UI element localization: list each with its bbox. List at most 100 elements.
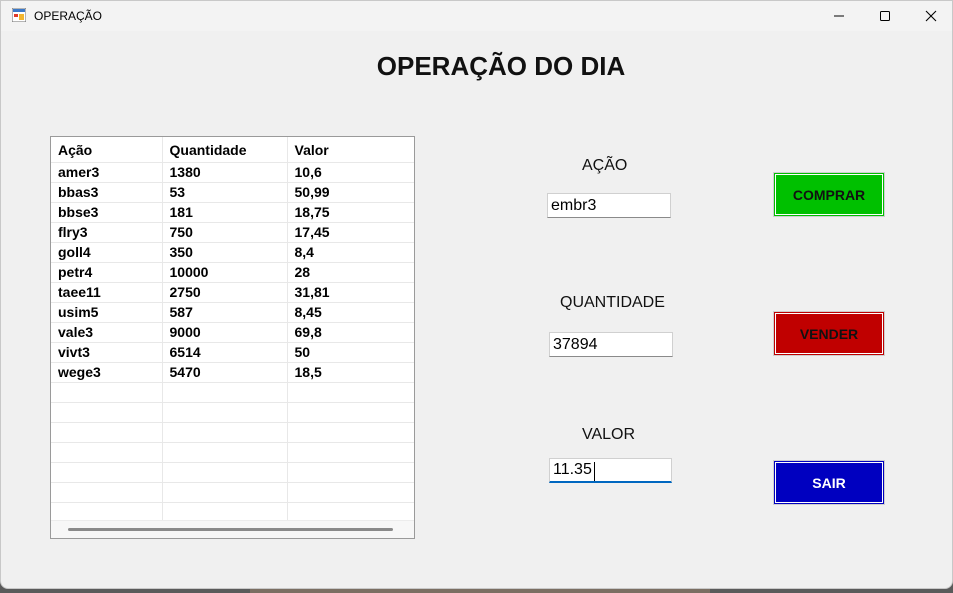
grid-header-row: Ação Quantidade Valor [51, 137, 414, 163]
cell-quantidade[interactable]: 53 [162, 182, 288, 203]
comprar-button[interactable]: COMPRAR [773, 172, 885, 217]
quantidade-input[interactable] [549, 332, 673, 357]
cell-valor[interactable]: 18,75 [287, 202, 414, 223]
acao-input[interactable] [547, 193, 671, 218]
empty-cell[interactable] [162, 422, 288, 443]
main-window: OPERAÇÃO OPERAÇÃO DO DIA Ação Quantidade… [0, 0, 953, 589]
empty-cell[interactable] [287, 462, 414, 483]
minimize-icon [834, 15, 844, 17]
empty-cell[interactable] [51, 462, 163, 483]
cell-quantidade[interactable]: 9000 [162, 322, 288, 343]
empty-cell[interactable] [287, 502, 414, 523]
empty-cell[interactable] [162, 502, 288, 523]
column-header-acao[interactable]: Ação [51, 137, 163, 163]
empty-cell[interactable] [51, 442, 163, 463]
close-button[interactable] [908, 1, 952, 31]
empty-cell[interactable] [287, 422, 414, 443]
quantidade-label: QUANTIDADE [560, 294, 665, 311]
cell-acao[interactable]: amer3 [51, 162, 163, 183]
desktop-background [250, 589, 710, 593]
cell-acao[interactable]: usim5 [51, 302, 163, 323]
cell-acao[interactable]: taee11 [51, 282, 163, 303]
operations-grid[interactable]: Ação Quantidade Valor amer3 1380 10,6 bbas3… [50, 136, 415, 539]
table-row[interactable]: bbse3 181 18,75 [51, 202, 414, 223]
maximize-button[interactable] [862, 1, 908, 31]
column-header-valor[interactable]: Valor [287, 137, 414, 163]
empty-row[interactable] [51, 482, 414, 503]
empty-row[interactable] [51, 502, 414, 523]
empty-cell[interactable] [162, 382, 288, 403]
cell-acao[interactable]: goll4 [51, 242, 163, 263]
table-row[interactable]: petr4 10000 28 [51, 262, 414, 283]
table-row[interactable]: usim5 587 8,45 [51, 302, 414, 323]
empty-cell[interactable] [162, 482, 288, 503]
cell-valor[interactable]: 18,5 [287, 362, 414, 383]
cell-valor[interactable]: 50,99 [287, 182, 414, 203]
table-row[interactable]: flry3 750 17,45 [51, 222, 414, 243]
cell-quantidade[interactable]: 587 [162, 302, 288, 323]
empty-cell[interactable] [51, 382, 163, 403]
horizontal-scrollbar[interactable] [51, 520, 414, 538]
cell-valor[interactable]: 8,45 [287, 302, 414, 323]
sair-button[interactable]: SAIR [773, 460, 885, 505]
valor-input[interactable] [549, 458, 672, 483]
table-row[interactable]: wege3 5470 18,5 [51, 362, 414, 383]
empty-cell[interactable] [162, 442, 288, 463]
cell-quantidade[interactable]: 181 [162, 202, 288, 223]
page-title: OPERAÇÃO DO DIA [376, 51, 626, 81]
empty-row[interactable] [51, 402, 414, 423]
empty-row[interactable] [51, 462, 414, 483]
empty-cell[interactable] [162, 462, 288, 483]
scrollbar-thumb[interactable] [68, 528, 393, 531]
cell-valor[interactable]: 17,45 [287, 222, 414, 243]
empty-cell[interactable] [287, 442, 414, 463]
cell-quantidade[interactable]: 6514 [162, 342, 288, 363]
minimize-button[interactable] [816, 1, 862, 31]
empty-row[interactable] [51, 422, 414, 443]
cell-quantidade[interactable]: 350 [162, 242, 288, 263]
cell-quantidade[interactable]: 1380 [162, 162, 288, 183]
cell-valor[interactable]: 69,8 [287, 322, 414, 343]
window-title: OPERAÇÃO [34, 9, 103, 23]
table-row[interactable]: taee11 2750 31,81 [51, 282, 414, 303]
empty-cell[interactable] [287, 482, 414, 503]
empty-row[interactable] [51, 382, 414, 403]
table-row[interactable]: vale3 9000 69,8 [51, 322, 414, 343]
column-header-quantidade[interactable]: Quantidade [162, 137, 288, 163]
valor-label: VALOR [582, 426, 636, 443]
cell-valor[interactable]: 31,81 [287, 282, 414, 303]
table-row[interactable]: vivt3 6514 50 [51, 342, 414, 363]
acao-label: AÇÃO [582, 157, 628, 174]
table-row[interactable]: amer3 1380 10,6 [51, 162, 414, 183]
cell-valor[interactable]: 10,6 [287, 162, 414, 183]
cell-quantidade[interactable]: 750 [162, 222, 288, 243]
table-row[interactable]: bbas3 53 50,99 [51, 182, 414, 203]
empty-cell[interactable] [287, 382, 414, 403]
cell-quantidade[interactable]: 10000 [162, 262, 288, 283]
cell-acao[interactable]: wege3 [51, 362, 163, 383]
app-icon [12, 8, 26, 22]
empty-cell[interactable] [51, 402, 163, 423]
cell-acao[interactable]: vivt3 [51, 342, 163, 363]
title-bar[interactable]: OPERAÇÃO [1, 1, 952, 31]
cell-acao[interactable]: bbse3 [51, 202, 163, 223]
empty-cell[interactable] [51, 482, 163, 503]
table-row[interactable]: goll4 350 8,4 [51, 242, 414, 263]
vender-button[interactable]: VENDER [773, 311, 885, 356]
cell-acao[interactable]: bbas3 [51, 182, 163, 203]
empty-row[interactable] [51, 442, 414, 463]
cell-quantidade[interactable]: 5470 [162, 362, 288, 383]
cell-valor[interactable]: 8,4 [287, 242, 414, 263]
cell-acao[interactable]: vale3 [51, 322, 163, 343]
empty-cell[interactable] [162, 402, 288, 423]
empty-cell[interactable] [51, 502, 163, 523]
close-icon [925, 10, 937, 22]
cell-valor[interactable]: 50 [287, 342, 414, 363]
cell-acao[interactable]: petr4 [51, 262, 163, 283]
cell-quantidade[interactable]: 2750 [162, 282, 288, 303]
text-caret [594, 462, 595, 481]
cell-valor[interactable]: 28 [287, 262, 414, 283]
empty-cell[interactable] [287, 402, 414, 423]
empty-cell[interactable] [51, 422, 163, 443]
cell-acao[interactable]: flry3 [51, 222, 163, 243]
